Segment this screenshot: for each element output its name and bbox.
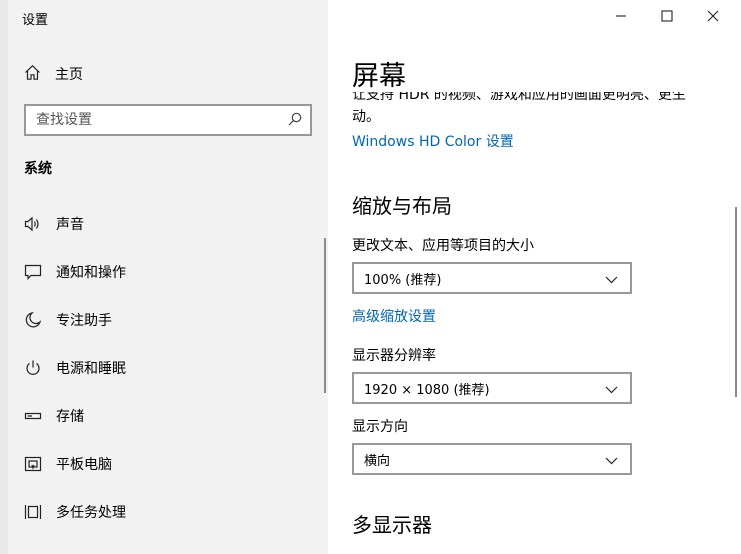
hdr-description-clip: 让支持 HDR 的视频、游戏和应用的画面更明亮、更生动。 bbox=[352, 92, 712, 126]
notification-icon bbox=[24, 263, 42, 281]
sidebar-item-label: 通知和操作 bbox=[56, 265, 126, 281]
home-nav-item[interactable]: 主页 bbox=[24, 62, 83, 86]
sidebar-item-label: 声音 bbox=[56, 217, 84, 233]
sidebar-item-label: 专注助手 bbox=[56, 313, 112, 329]
orientation-label: 显示方向 bbox=[352, 419, 408, 435]
home-icon bbox=[24, 64, 41, 85]
main-content: 屏幕 让支持 HDR 的视频、游戏和应用的画面更明亮、更生动。 Windows … bbox=[328, 0, 741, 554]
text-size-dropdown[interactable]: 100% (推荐) bbox=[352, 262, 632, 294]
chevron-down-icon bbox=[605, 269, 618, 288]
sidebar-item-focus-assist[interactable]: 专注助手 bbox=[8, 296, 328, 344]
sidebar-item-label: 平板电脑 bbox=[56, 457, 112, 473]
power-icon bbox=[24, 359, 42, 377]
sidebar-item-label: 存储 bbox=[56, 409, 84, 425]
tablet-icon bbox=[24, 455, 42, 473]
chevron-down-icon bbox=[605, 379, 618, 398]
advanced-scaling-link[interactable]: 高级缩放设置 bbox=[352, 306, 436, 326]
resolution-dropdown[interactable]: 1920 × 1080 (推荐) bbox=[352, 372, 632, 404]
sidebar-scrollbar[interactable] bbox=[324, 238, 326, 393]
hdr-description: 让支持 HDR 的视频、游戏和应用的画面更明亮、更生动。 bbox=[352, 92, 686, 125]
search-box[interactable] bbox=[24, 104, 312, 136]
sidebar-item-sound[interactable]: 声音 bbox=[8, 200, 328, 248]
orientation-value: 横向 bbox=[364, 453, 391, 469]
sidebar-item-storage[interactable]: 存储 bbox=[8, 392, 328, 440]
settings-window: 设置 主页 系统 bbox=[8, 0, 741, 554]
storage-icon bbox=[24, 407, 42, 425]
main-scrollbar[interactable] bbox=[735, 207, 737, 397]
scale-layout-heading: 缩放与布局 bbox=[352, 194, 452, 218]
search-input[interactable] bbox=[36, 112, 288, 128]
multi-display-heading: 多显示器 bbox=[352, 513, 432, 537]
sidebar: 设置 主页 系统 bbox=[8, 0, 328, 554]
text-size-label: 更改文本、应用等项目的大小 bbox=[352, 238, 534, 254]
sidebar-item-power-sleep[interactable]: 电源和睡眠 bbox=[8, 344, 328, 392]
sidebar-item-label: 电源和睡眠 bbox=[56, 361, 126, 377]
section-title-system: 系统 bbox=[24, 161, 52, 177]
sidebar-nav: 声音 通知和操作 专注助手 电源和睡眠 存储 平板电脑 多任务处理 bbox=[8, 200, 328, 536]
moon-icon bbox=[24, 311, 42, 329]
resolution-label: 显示器分辨率 bbox=[352, 348, 436, 364]
sidebar-item-notifications[interactable]: 通知和操作 bbox=[8, 248, 328, 296]
multitasking-icon bbox=[24, 503, 42, 521]
text-size-value: 100% (推荐) bbox=[364, 272, 442, 288]
orientation-dropdown[interactable]: 横向 bbox=[352, 443, 632, 475]
speaker-icon bbox=[24, 215, 42, 233]
chevron-down-icon bbox=[605, 450, 618, 469]
sidebar-item-multitasking[interactable]: 多任务处理 bbox=[8, 488, 328, 536]
hd-color-settings-link[interactable]: Windows HD Color 设置 bbox=[352, 131, 514, 151]
home-label: 主页 bbox=[55, 67, 83, 83]
search-icon[interactable] bbox=[288, 111, 302, 130]
window-title: 设置 bbox=[22, 13, 49, 28]
sidebar-item-tablet[interactable]: 平板电脑 bbox=[8, 440, 328, 488]
resolution-value: 1920 × 1080 (推荐) bbox=[364, 382, 490, 398]
page-title: 屏幕 bbox=[352, 61, 406, 92]
sidebar-item-label: 多任务处理 bbox=[56, 505, 126, 521]
